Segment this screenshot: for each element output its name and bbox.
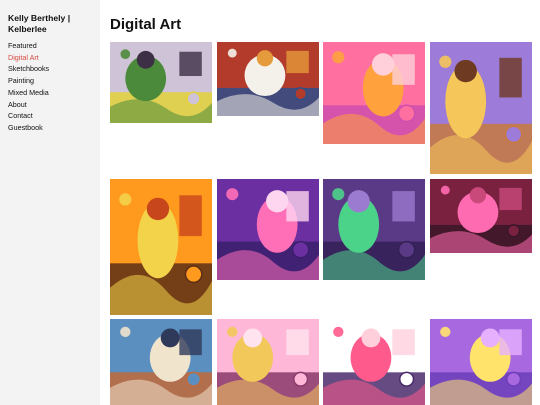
artwork-dog-scene-image [110, 319, 212, 405]
artwork-pink-window-room[interactable] [323, 42, 425, 144]
site-title[interactable]: Kelly Berthely | Kelberlee [8, 13, 94, 34]
main-content: Digital Art [110, 0, 540, 405]
artwork-purple-palm[interactable] [430, 319, 532, 405]
artwork-green-figures[interactable] [110, 42, 212, 123]
nav-item-painting[interactable]: Painting [8, 75, 100, 87]
nav-item-featured[interactable]: Featured [8, 40, 100, 52]
nav-item-about[interactable]: About [8, 99, 100, 111]
artwork-pink-window-room-image [323, 42, 425, 144]
nav-item-digital-art[interactable]: Digital Art [8, 52, 100, 64]
artwork-domed-city-image [217, 42, 319, 116]
artwork-veiled-figure-image [217, 319, 319, 405]
artwork-purple-palm-image [430, 319, 532, 405]
artwork-flower-hair-head[interactable] [323, 319, 425, 405]
nav-item-guestbook[interactable]: Guestbook [8, 122, 100, 134]
sidebar: Kelly Berthely | Kelberlee Featured Digi… [0, 0, 100, 405]
artwork-purple-cat-figure[interactable] [217, 179, 319, 280]
nav-menu: Featured Digital Art Sketchbooks Paintin… [8, 40, 100, 134]
artwork-curly-hair-woman-image [430, 42, 532, 174]
artwork-green-witch-image [323, 179, 425, 280]
artwork-pink-hair-girl-image [430, 179, 532, 253]
artwork-veiled-figure[interactable] [217, 319, 319, 405]
site-title-line1[interactable]: Kelly Berthely | [8, 13, 94, 24]
artwork-orange-garden[interactable] [110, 179, 212, 315]
artwork-green-witch[interactable] [323, 179, 425, 280]
site-title-line2[interactable]: Kelberlee [8, 24, 94, 35]
artwork-curly-hair-woman[interactable] [430, 42, 532, 174]
artwork-orange-garden-image [110, 179, 212, 315]
artwork-dog-scene[interactable] [110, 319, 212, 405]
artwork-flower-hair-head-image [323, 319, 425, 405]
artwork-purple-cat-figure-image [217, 179, 319, 280]
nav-item-mixed-media[interactable]: Mixed Media [8, 87, 100, 99]
nav-item-contact[interactable]: Contact [8, 110, 100, 122]
artwork-domed-city[interactable] [217, 42, 319, 116]
artwork-green-figures-image [110, 42, 212, 123]
nav-item-sketchbooks[interactable]: Sketchbooks [8, 63, 100, 75]
page-title: Digital Art [110, 16, 182, 33]
artwork-pink-hair-girl[interactable] [430, 179, 532, 253]
